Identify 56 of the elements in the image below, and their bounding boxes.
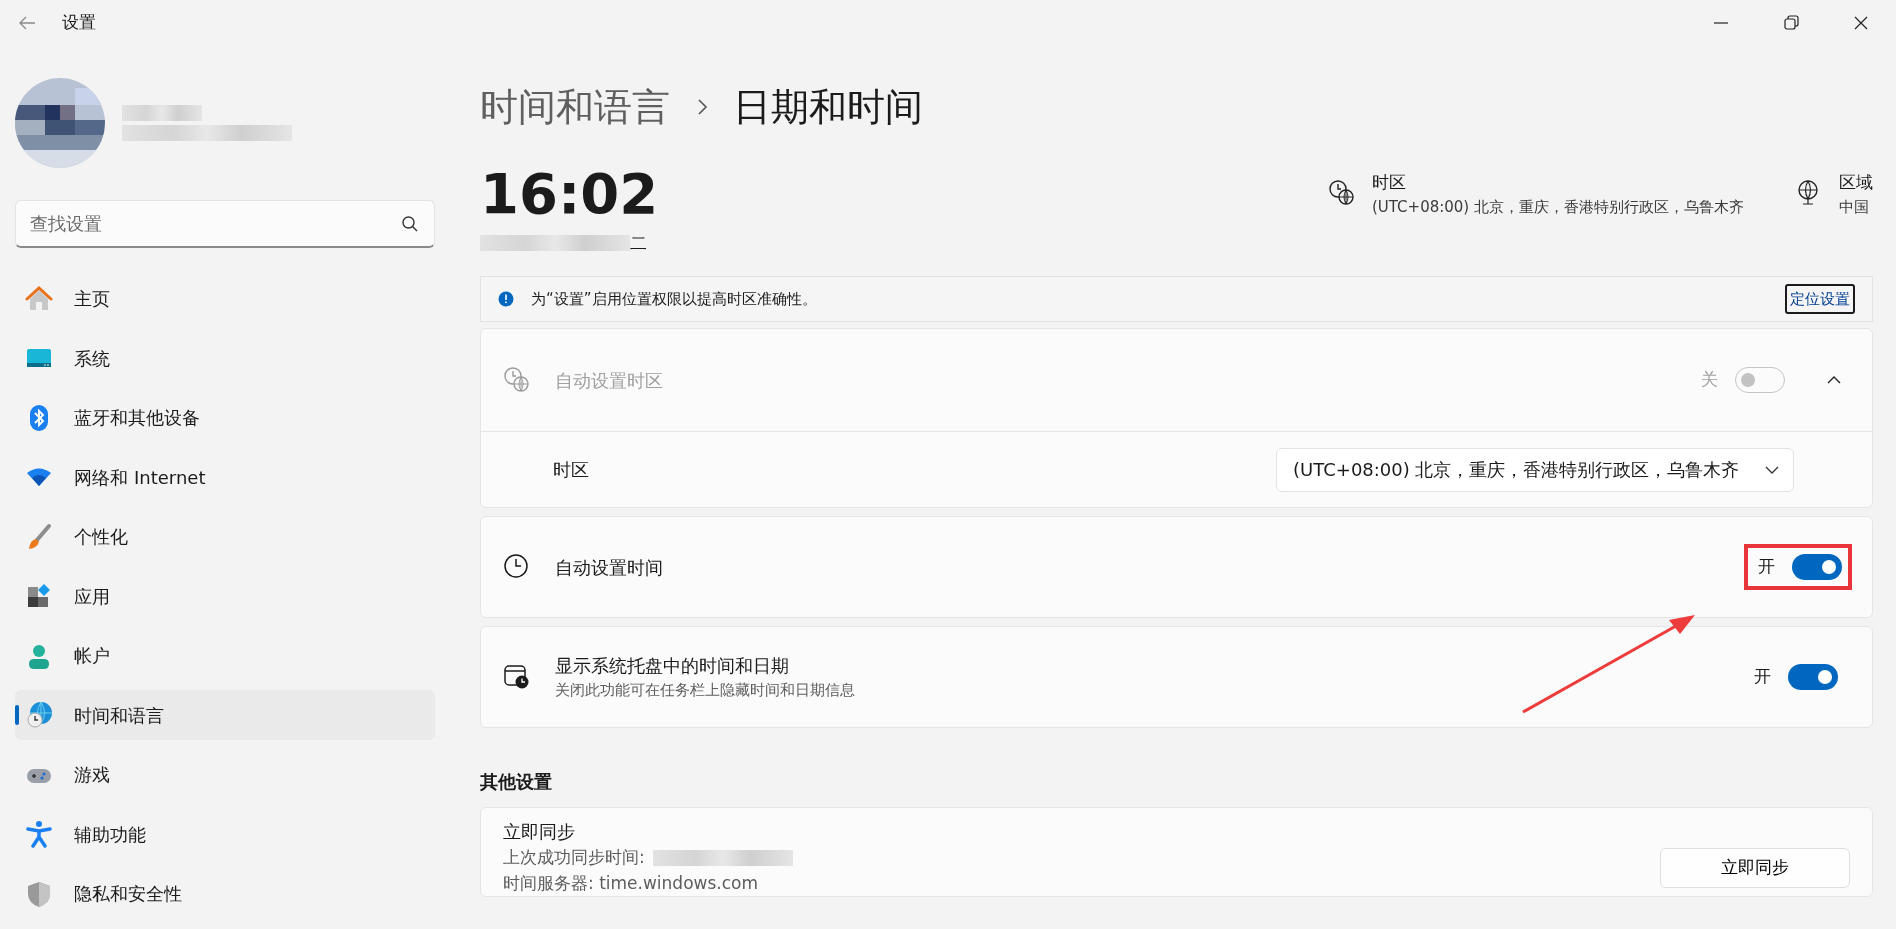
close-icon xyxy=(1853,15,1869,31)
info-icon xyxy=(498,291,514,307)
clock-icon xyxy=(503,553,531,581)
sidebar-item[interactable]: 应用 xyxy=(15,571,435,621)
restore-icon xyxy=(1783,15,1799,31)
home-icon xyxy=(25,284,53,313)
setting-description: 关闭此功能可在任务栏上隐藏时间和日期信息 xyxy=(555,680,856,702)
window-title: 设置 xyxy=(61,11,96,35)
sidebar-item[interactable]: 游戏 xyxy=(15,749,435,800)
summary-label: 区域 xyxy=(1839,171,1873,194)
time-server-text: 时间服务器: time.windows.com xyxy=(503,871,759,895)
toggle-switch[interactable] xyxy=(1792,554,1842,580)
location-settings-link[interactable]: 定位设置 xyxy=(1785,283,1855,315)
sidebar-item[interactable]: 时间和语言 xyxy=(15,690,435,740)
shield-icon xyxy=(25,879,53,908)
search-icon xyxy=(401,215,419,233)
sidebar-item[interactable]: 网络和 Internet xyxy=(15,452,435,502)
minimize-icon xyxy=(1714,22,1728,24)
clock-time: 16:02 xyxy=(480,166,659,222)
search-field[interactable]: 查找设置 xyxy=(15,200,435,248)
calendar-clock-icon xyxy=(503,663,531,691)
page-title: 日期和时间 xyxy=(733,88,923,126)
toggle-state-label: 关 xyxy=(1701,368,1718,392)
timezone-icon xyxy=(1327,178,1355,206)
setting-label: 时区 xyxy=(553,458,590,482)
chevron-right-icon xyxy=(695,98,708,116)
breadcrumb-link[interactable]: 时间和语言 xyxy=(480,88,670,126)
notice-text: 为“设置”启用位置权限以提高时区准确性。 xyxy=(531,288,818,310)
setting-title: 显示系统托盘中的时间和日期 xyxy=(555,654,790,679)
section-heading: 其他设置 xyxy=(480,770,553,794)
globe-clock-icon xyxy=(25,701,53,729)
setting-title: 自动设置时区 xyxy=(555,368,664,393)
sidebar-item[interactable]: 个性化 xyxy=(15,511,435,562)
date-text: 二 xyxy=(630,231,647,255)
setting-title: 立即同步 xyxy=(503,820,576,844)
summary-label: 时区 xyxy=(1372,171,1407,194)
apps-icon xyxy=(25,582,53,610)
sidebar-item[interactable]: 辅助功能 xyxy=(15,809,435,859)
setting-title: 自动设置时间 xyxy=(555,555,664,580)
sidebar-item[interactable]: 主页 xyxy=(15,273,435,324)
summary-value: (UTC+08:00) 北京，重庆，香港特别行政区，乌鲁木齐 xyxy=(1372,196,1744,218)
sync-time-label: 上次成功同步时间: xyxy=(503,846,645,869)
accessibility-icon xyxy=(25,820,53,848)
back-arrow-icon xyxy=(17,15,36,31)
sidebar-item[interactable]: 系统 xyxy=(15,333,435,383)
timezone-icon xyxy=(503,366,531,394)
sync-now-button[interactable]: 立即同步 xyxy=(1660,847,1850,888)
toggle-state-label: 开 xyxy=(1754,665,1771,689)
sidebar-item[interactable]: 蓝牙和其他设备 xyxy=(15,392,435,443)
summary-value: 中国 xyxy=(1839,196,1870,218)
sidebar-item[interactable]: 隐私和安全性 xyxy=(15,868,435,919)
toggle-switch[interactable] xyxy=(1788,664,1838,690)
chevron-down-icon xyxy=(1765,465,1779,474)
sidebar-item[interactable]: 帐户 xyxy=(15,630,435,681)
toggle-state-label: 开 xyxy=(1758,555,1775,579)
chevron-up-icon xyxy=(1826,375,1842,385)
